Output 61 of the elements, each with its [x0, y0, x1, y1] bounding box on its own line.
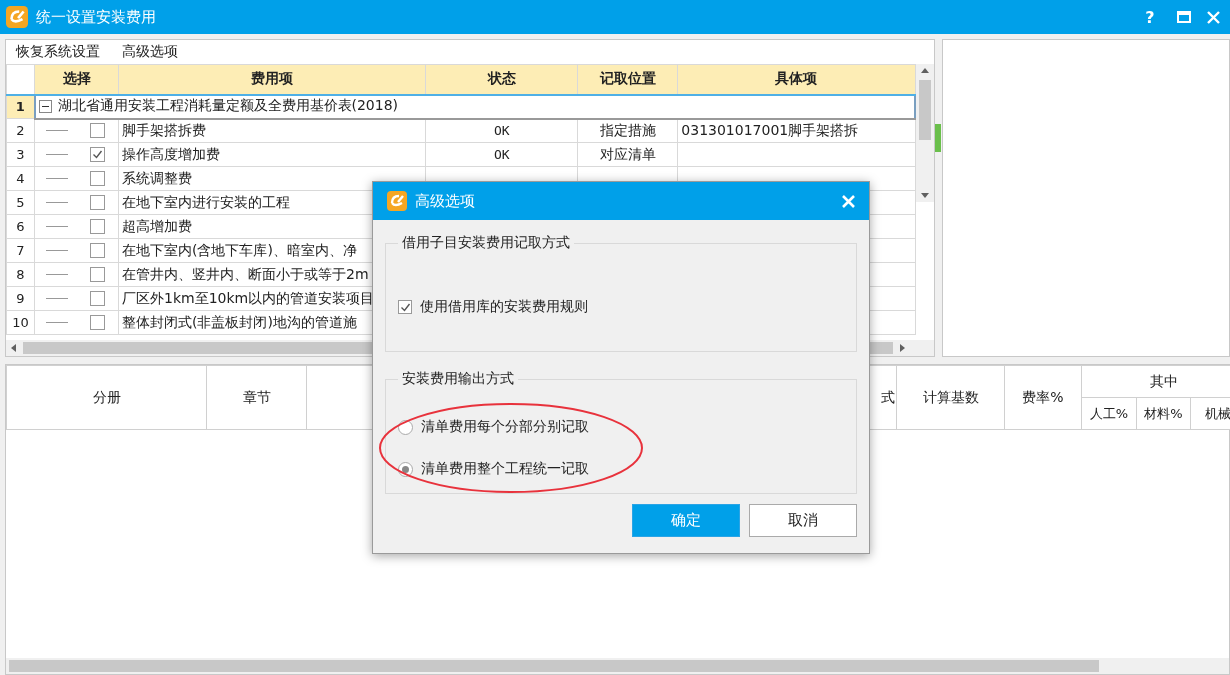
row-number: 2: [6, 118, 35, 143]
maximize-icon[interactable]: [1177, 11, 1191, 23]
group-row[interactable]: 湖北省通用安装工程消耗量定额及全费用基价表(2018): [34, 94, 915, 119]
column-header: 具体项: [677, 64, 915, 95]
column-header: 计算基数: [896, 365, 1005, 430]
menu-item[interactable]: 恢复系统设置: [16, 43, 100, 61]
group-title: 安装费用输出方式: [401, 370, 515, 388]
row-number: 3: [6, 142, 35, 167]
close-icon[interactable]: [1207, 10, 1220, 24]
row-checkbox[interactable]: [90, 195, 105, 210]
vertical-scrollbar[interactable]: [916, 64, 934, 202]
row-number: 8: [6, 262, 35, 287]
column-header: 分册: [6, 365, 207, 430]
close-icon[interactable]: [842, 194, 855, 208]
row-checkbox[interactable]: [90, 171, 105, 186]
row-checkbox[interactable]: [90, 147, 105, 162]
column-header: 费率%: [1004, 365, 1082, 430]
table-cell: 对应清单: [577, 142, 678, 167]
column-header: 选择: [34, 64, 119, 95]
column-header: 状态: [425, 64, 578, 95]
table-cell: 指定措施: [577, 118, 678, 143]
row-checkbox[interactable]: [90, 219, 105, 234]
option-label: 清单费用每个分部分别记取: [421, 418, 589, 436]
app-logo-icon: [6, 6, 28, 28]
cancel-button[interactable]: 取消: [749, 504, 857, 537]
option-checkbox[interactable]: [398, 300, 412, 314]
scroll-up-arrow-icon[interactable]: [920, 66, 930, 76]
row-number: 4: [6, 166, 35, 191]
table-cell: 操作高度增加费: [118, 142, 426, 167]
table-cell: 031301017001脚手架搭拆: [677, 118, 915, 143]
column-header: 章节: [206, 365, 307, 430]
column-header: 记取位置: [577, 64, 678, 95]
row-number: 10: [6, 310, 35, 335]
menu-item[interactable]: 高级选项: [122, 43, 178, 61]
row-checkbox[interactable]: [90, 243, 105, 258]
scroll-down-arrow-icon[interactable]: [920, 190, 930, 200]
row-number: 7: [6, 238, 35, 263]
row-number: 9: [6, 286, 35, 311]
table-cell: OK: [425, 142, 578, 167]
option-label: 清单费用整个工程统一记取: [421, 460, 589, 478]
horizontal-scrollbar[interactable]: [6, 658, 1229, 674]
table-cell: OK: [425, 118, 578, 143]
row-number: 5: [6, 190, 35, 215]
row-number: 1: [6, 94, 35, 119]
scroll-right-arrow-icon[interactable]: [897, 343, 907, 353]
table-cell: 脚手架搭拆费: [118, 118, 426, 143]
group-label: 湖北省通用安装工程消耗量定额及全费用基价表(2018): [57, 97, 399, 116]
column-header: 费用项: [118, 64, 426, 95]
row-checkbox[interactable]: [90, 123, 105, 139]
column-header: 材料%: [1136, 397, 1191, 430]
collapse-icon[interactable]: [38, 99, 52, 113]
row-checkbox[interactable]: [90, 291, 105, 306]
app-logo-icon: [387, 191, 407, 211]
column-header: 人工%: [1081, 397, 1137, 430]
row-checkbox[interactable]: [90, 315, 105, 330]
splitter-handle[interactable]: [935, 124, 941, 152]
window-title: 统一设置安装费用: [36, 7, 157, 27]
row-checkbox[interactable]: [90, 267, 105, 282]
column-header: 其中: [1081, 365, 1230, 398]
row-number: 6: [6, 214, 35, 239]
scroll-left-arrow-icon[interactable]: [9, 343, 19, 353]
